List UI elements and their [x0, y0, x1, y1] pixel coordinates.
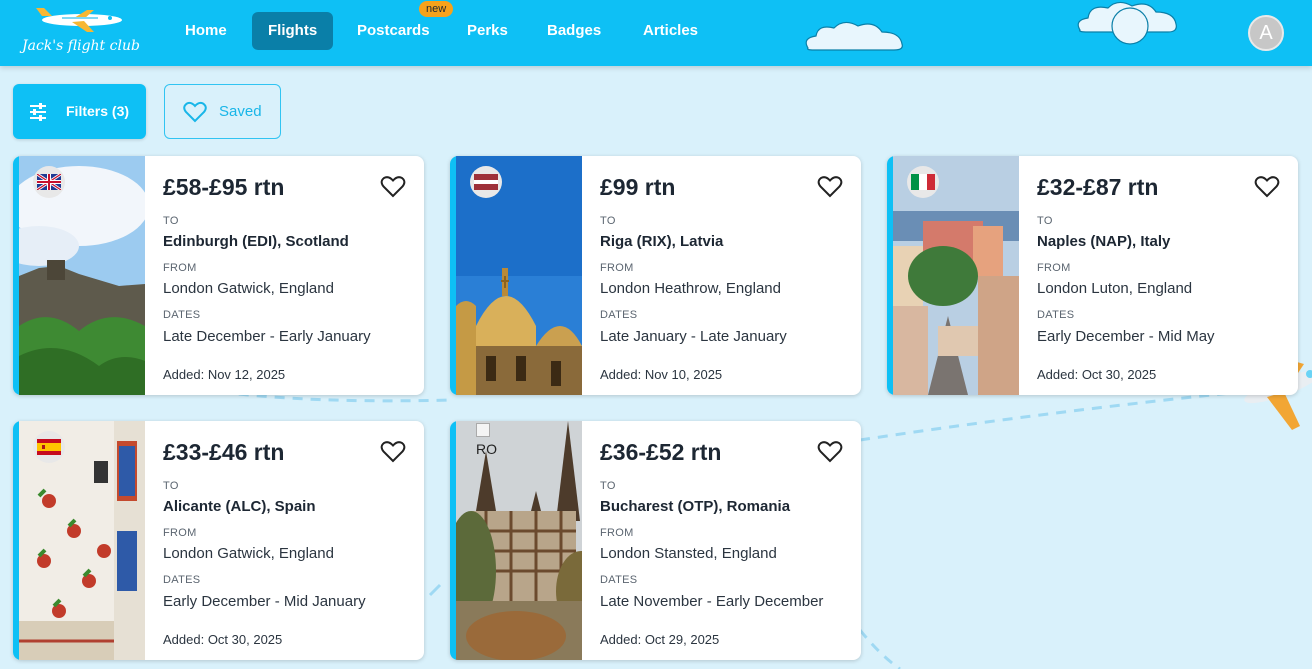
save-heart-icon[interactable] [1254, 175, 1280, 201]
spain-flag-icon [33, 431, 65, 463]
card-info: £58-£95 rtn TO Edinburgh (EDI), Scotland… [163, 156, 408, 395]
card-info: £33-£46 rtn TO Alicante (ALC), Spain FRO… [163, 421, 408, 660]
destination: Alicante (ALC), Spain [163, 498, 316, 515]
nav-flights[interactable]: Flights [252, 12, 334, 50]
to-label: TO [600, 215, 616, 227]
flight-card[interactable]: £99 rtn TO Riga (RIX), Latvia FROM Londo… [450, 156, 861, 395]
cloud-icon [1077, 1, 1177, 45]
origin: London Heathrow, England [600, 280, 781, 297]
price: £36-£52 rtn [600, 439, 722, 465]
cloud-icon [805, 21, 903, 51]
user-avatar[interactable]: A [1248, 15, 1284, 51]
dates-label: DATES [600, 574, 638, 586]
saved-label: Saved [219, 103, 262, 120]
dates-label: DATES [163, 309, 201, 321]
travel-dates: Late November - Early December [600, 593, 824, 610]
destination-photo [456, 156, 582, 395]
from-label: FROM [163, 262, 197, 274]
flag-alt-text: RO [476, 441, 497, 457]
travel-dates: Late December - Early January [163, 328, 371, 345]
romania-flag-broken-image: RO [476, 423, 520, 467]
to-label: TO [163, 215, 179, 227]
destination: Naples (NAP), Italy [1037, 233, 1171, 250]
card-info: £99 rtn TO Riga (RIX), Latvia FROM Londo… [600, 156, 845, 395]
save-heart-icon[interactable] [817, 175, 843, 201]
dates-label: DATES [1037, 309, 1075, 321]
new-badge: new [419, 1, 454, 17]
filters-label: Filters (3) [66, 103, 130, 119]
to-label: TO [163, 480, 179, 492]
travel-dates: Late January - Late January [600, 328, 787, 345]
save-heart-icon[interactable] [380, 440, 406, 466]
travel-dates: Early December - Mid January [163, 593, 366, 610]
destination: Edinburgh (EDI), Scotland [163, 233, 349, 250]
from-label: FROM [600, 262, 634, 274]
card-info: £32-£87 rtn TO Naples (NAP), Italy FROM … [1037, 156, 1282, 395]
sliders-icon [30, 103, 46, 121]
uk-flag-icon [33, 166, 65, 198]
broken-image-icon [476, 423, 490, 437]
to-label: TO [600, 480, 616, 492]
brand-logo[interactable]: Jack's flight club [22, 6, 152, 62]
save-heart-icon[interactable] [380, 175, 406, 201]
saved-button[interactable]: Saved [164, 84, 281, 139]
latvia-flag-icon [470, 166, 502, 198]
from-label: FROM [600, 527, 634, 539]
italy-flag-icon [907, 166, 939, 198]
destination-photo: RO [456, 421, 582, 660]
card-info: £36-£52 rtn TO Bucharest (OTP), Romania … [600, 421, 845, 660]
added-date: Added: Nov 12, 2025 [163, 367, 286, 382]
added-date: Added: Nov 10, 2025 [600, 367, 723, 382]
flight-card[interactable]: £58-£95 rtn TO Edinburgh (EDI), Scotland… [13, 156, 424, 395]
origin: London Luton, England [1037, 280, 1193, 297]
destination-photo [893, 156, 1019, 395]
logo-plane-icon [36, 8, 122, 32]
price: £58-£95 rtn [163, 174, 285, 200]
price: £33-£46 rtn [163, 439, 285, 465]
flight-card[interactable]: £32-£87 rtn TO Naples (NAP), Italy FROM … [887, 156, 1298, 395]
logo-text: Jack's flight club [22, 38, 140, 54]
flight-card[interactable]: RO £36-£52 rtn TO Bucharest (OTP), Roman… [450, 421, 861, 660]
price: £99 rtn [600, 174, 676, 200]
travel-dates: Early December - Mid May [1037, 328, 1215, 345]
destination: Riga (RIX), Latvia [600, 233, 724, 250]
from-label: FROM [163, 527, 197, 539]
from-label: FROM [1037, 262, 1071, 274]
dates-label: DATES [163, 574, 201, 586]
to-label: TO [1037, 215, 1053, 227]
filters-button[interactable]: Filters (3) [13, 84, 146, 139]
heart-icon [183, 101, 207, 123]
price: £32-£87 rtn [1037, 174, 1159, 200]
nav-badges[interactable]: Badges [531, 12, 617, 50]
destination-photo [19, 156, 145, 395]
top-navbar: Jack's flight club Home Flights Postcard… [0, 0, 1312, 66]
nav-home[interactable]: Home [169, 12, 243, 50]
destination: Bucharest (OTP), Romania [600, 498, 791, 515]
dates-label: DATES [600, 309, 638, 321]
added-date: Added: Oct 30, 2025 [1037, 367, 1157, 382]
origin: London Gatwick, England [163, 280, 334, 297]
origin: London Stansted, England [600, 545, 777, 562]
save-heart-icon[interactable] [817, 440, 843, 466]
added-date: Added: Oct 30, 2025 [163, 632, 283, 647]
nav-postcards[interactable]: Postcards [341, 12, 446, 50]
nav-perks[interactable]: Perks [451, 12, 524, 50]
destination-photo [19, 421, 145, 660]
flight-card[interactable]: £33-£46 rtn TO Alicante (ALC), Spain FRO… [13, 421, 424, 660]
added-date: Added: Oct 29, 2025 [600, 632, 720, 647]
nav-articles[interactable]: Articles [627, 12, 714, 50]
origin: London Gatwick, England [163, 545, 334, 562]
